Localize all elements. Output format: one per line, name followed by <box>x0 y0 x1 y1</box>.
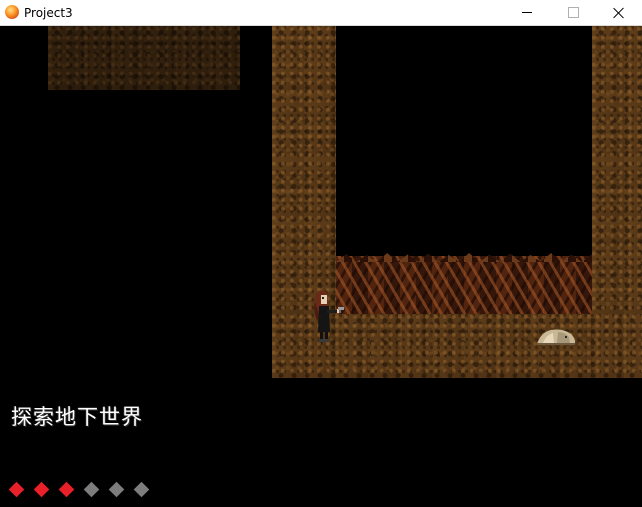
rock-wall <box>336 256 592 314</box>
minimize-button[interactable] <box>504 0 550 25</box>
health-full-icon <box>9 481 25 498</box>
health-empty-icon <box>84 481 100 498</box>
health-empty-icon <box>134 481 150 498</box>
player-character <box>314 290 344 342</box>
app-icon <box>5 5 19 19</box>
maximize-icon <box>567 7 579 18</box>
dirt-block-upper-left <box>48 26 240 90</box>
close-button[interactable] <box>596 0 642 25</box>
window-titlebar[interactable]: Project3 <box>0 0 642 26</box>
health-empty-icon <box>109 481 125 498</box>
close-icon <box>613 7 625 19</box>
critter-enemy <box>537 329 576 345</box>
health-full-icon <box>34 481 50 498</box>
minimize-icon <box>522 12 532 13</box>
area-caption: 探索地下世界 <box>11 405 143 429</box>
health-bar <box>8 481 158 499</box>
health-full-icon <box>59 481 75 498</box>
game-viewport[interactable]: 探索地下世界 <box>0 26 642 507</box>
window-title: Project3 <box>24 6 73 20</box>
maximize-button[interactable] <box>550 0 596 25</box>
